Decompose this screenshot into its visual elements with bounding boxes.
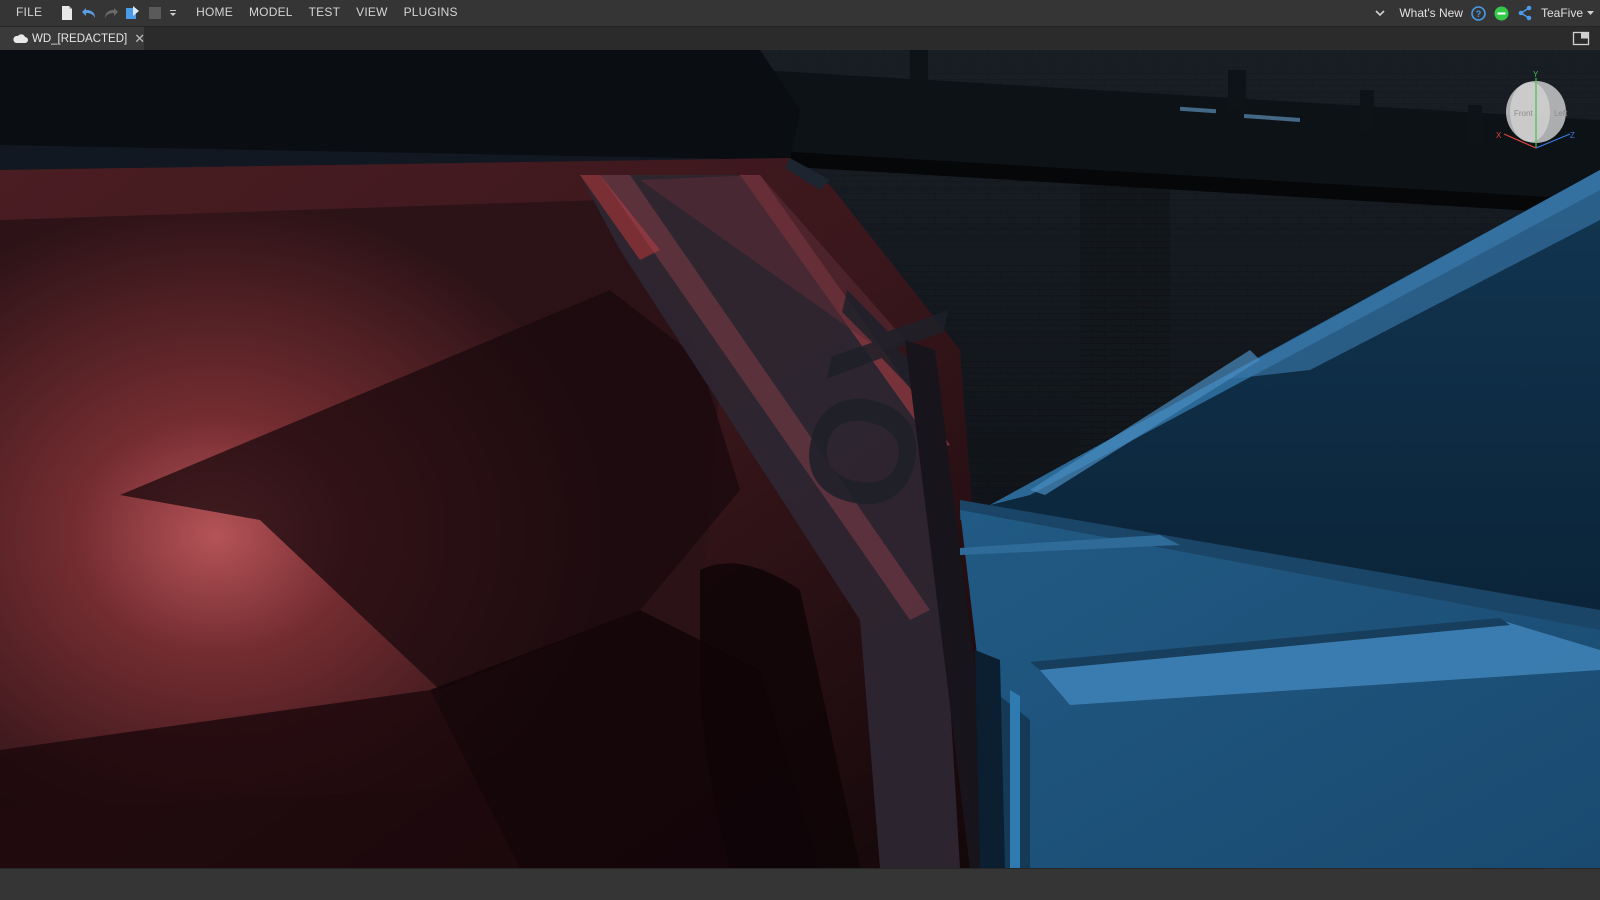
tab-plugins[interactable]: PLUGINS	[396, 0, 466, 26]
new-file-icon[interactable]	[58, 4, 76, 22]
menu-bar-right: What's New ? TeaFive	[1375, 0, 1594, 26]
view-cube[interactable]: Front Left Y X Z	[1494, 68, 1578, 158]
scene-render: OX	[0, 50, 1600, 868]
studio-window: FILE HOME MODEL TEST VIEW PLUGINS What's…	[0, 0, 1600, 900]
undo-icon[interactable]	[80, 4, 98, 22]
tab-view[interactable]: VIEW	[348, 0, 395, 26]
redo-icon[interactable]	[102, 4, 120, 22]
viewcube-front-label: Front	[1514, 109, 1533, 118]
tab-model[interactable]: MODEL	[241, 0, 301, 26]
close-tab-icon[interactable]: ✕	[134, 32, 145, 45]
window-dock-icon[interactable]	[1572, 30, 1590, 46]
document-tab-bar: WD_[REDACTED] ✕	[0, 27, 1600, 51]
expand-ribbon-chevron-icon[interactable]	[1375, 9, 1385, 17]
stop-icon[interactable]	[146, 4, 164, 22]
file-menu[interactable]: FILE	[8, 0, 56, 26]
quick-access-toolbar	[56, 4, 180, 22]
axis-y-label: Y	[1533, 70, 1539, 79]
customize-dropdown-icon[interactable]	[168, 4, 178, 22]
share-icon[interactable]	[1517, 5, 1533, 21]
3d-viewport[interactable]: OX Front Left Y X Z	[0, 50, 1600, 868]
cloud-icon	[12, 33, 28, 44]
help-icon[interactable]: ?	[1471, 5, 1486, 21]
viewcube-left-label: Left	[1554, 109, 1568, 118]
axis-z-label: Z	[1570, 131, 1575, 140]
svg-text:?: ?	[1476, 9, 1482, 19]
tab-test[interactable]: TEST	[301, 0, 348, 26]
username-label: TeaFive	[1540, 6, 1583, 20]
menu-bar: FILE HOME MODEL TEST VIEW PLUGINS What's…	[0, 0, 1600, 27]
axis-x-label: X	[1496, 131, 1502, 140]
tab-home[interactable]: HOME	[188, 0, 241, 26]
whats-new-link[interactable]: What's New	[1399, 6, 1463, 20]
team-create-status-icon[interactable]	[1494, 6, 1509, 21]
document-tab-title: WD_[REDACTED]	[32, 32, 128, 45]
publish-icon[interactable]	[124, 4, 142, 22]
status-bar	[0, 868, 1600, 900]
document-tab[interactable]: WD_[REDACTED] ✕	[0, 27, 145, 50]
user-menu[interactable]: TeaFive	[1541, 6, 1594, 20]
ribbon-tabs: HOME MODEL TEST VIEW PLUGINS	[188, 0, 466, 26]
caret-down-icon	[1587, 10, 1594, 15]
